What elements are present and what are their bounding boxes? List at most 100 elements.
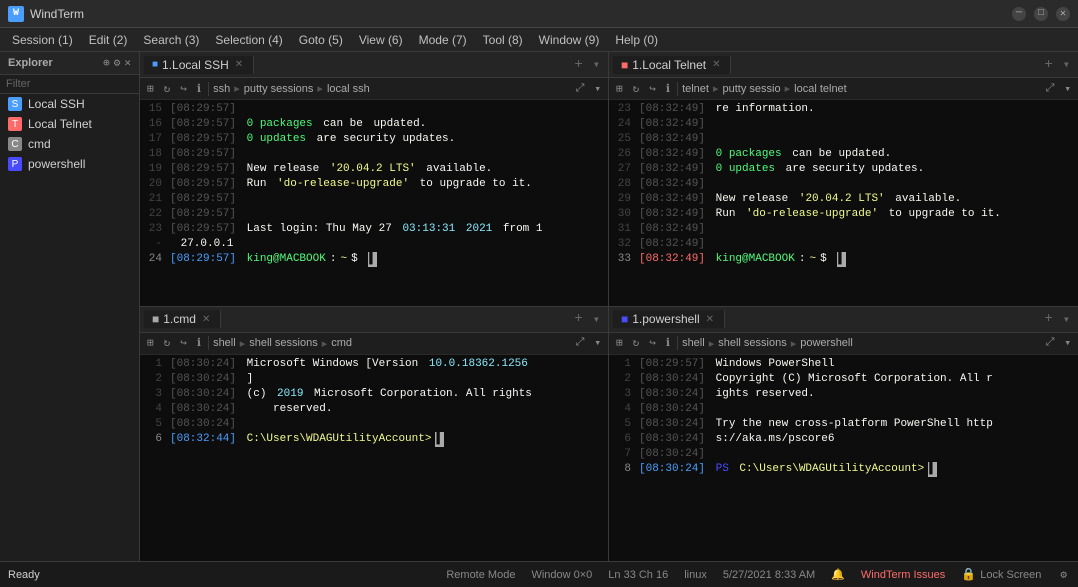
- terminal-cmd[interactable]: 1 [08:30:24] Microsoft Windows [Version …: [140, 355, 608, 562]
- toolbar-cmd-down[interactable]: ▾: [591, 335, 604, 351]
- toolbar-ssh-info[interactable]: ℹ: [194, 81, 204, 97]
- tab-add-cmd[interactable]: +: [568, 311, 588, 327]
- tab-ps-close[interactable]: ✕: [706, 314, 714, 325]
- tab-menu-ps[interactable]: ▾: [1059, 312, 1074, 327]
- close-button[interactable]: ✕: [1056, 7, 1070, 21]
- toolbar-cmd-info[interactable]: ℹ: [194, 335, 204, 351]
- tab-add-telnet[interactable]: +: [1038, 57, 1058, 73]
- toolbar-ps-btn3[interactable]: ↪: [646, 335, 659, 351]
- menu-search[interactable]: Search (3): [135, 31, 207, 49]
- term-line-t-31: 31 [08:32:49]: [609, 222, 1078, 237]
- toolbar-ps: ⊞ ↻ ↪ ℹ shell ▸ shell sessions ▸ powersh…: [609, 333, 1078, 355]
- toolbar-cmd-btn1[interactable]: ⊞: [144, 335, 157, 351]
- term-line-cmd-4: 4 [08:30:24] reserved.: [140, 402, 608, 417]
- title-bar: W WindTerm ─ □ ✕: [0, 0, 1078, 28]
- tab-menu-ssh[interactable]: ▾: [589, 57, 604, 72]
- sidebar-item-local-telnet[interactable]: T Local Telnet: [0, 114, 139, 134]
- status-settings-icon[interactable]: ⚙: [1057, 567, 1070, 583]
- term-line-t-23: 23 [08:32:49] re information.: [609, 102, 1078, 117]
- toolbar-cmd-btn2[interactable]: ↻: [161, 335, 174, 351]
- term-line-ssh-17: 17 [08:29:57] 0 updates are security upd…: [140, 132, 608, 147]
- tab-cmd-label: 1.cmd: [163, 312, 196, 326]
- breadcrumb-part1-cmd: shell: [213, 337, 236, 349]
- tab-telnet-close[interactable]: ✕: [712, 59, 720, 70]
- toolbar-ps-expand[interactable]: ⤢: [1043, 336, 1058, 350]
- toolbar-telnet-info[interactable]: ℹ: [663, 81, 673, 97]
- term-line-t-25: 25 [08:32:49]: [609, 132, 1078, 147]
- terminal-ssh[interactable]: 15 [08:29:57] 16 [08:29:57] 0 packages c…: [140, 100, 608, 306]
- sidebar-item-powershell[interactable]: P powershell: [0, 154, 139, 174]
- terminal-telnet[interactable]: 23 [08:32:49] re information. 24 [08:32:…: [609, 100, 1078, 306]
- sidebar-item-label-ps: powershell: [28, 157, 85, 171]
- tab-add-ssh[interactable]: +: [568, 57, 588, 73]
- toolbar-telnet-btn2[interactable]: ↻: [630, 81, 643, 97]
- minimize-button[interactable]: ─: [1012, 7, 1026, 21]
- toolbar-ssh-down[interactable]: ▾: [591, 81, 604, 97]
- breadcrumb-part2-telnet: putty sessio: [723, 83, 781, 95]
- toolbar-telnet-btn1[interactable]: ⊞: [613, 81, 626, 97]
- toolbar-ssh-btn1[interactable]: ⊞: [144, 81, 157, 97]
- menu-selection[interactable]: Selection (4): [207, 31, 290, 49]
- sidebar-new-icon[interactable]: ⊕: [103, 56, 110, 70]
- tab-cmd[interactable]: ■ 1.cmd ✕: [144, 310, 221, 328]
- menu-tool[interactable]: Tool (8): [475, 31, 531, 49]
- breadcrumb-arrow1-ps: ▸: [709, 337, 715, 350]
- breadcrumb-part3-cmd: cmd: [331, 337, 352, 349]
- telnet-icon: T: [8, 117, 22, 131]
- status-position: Ln 33 Ch 16: [608, 569, 668, 581]
- status-issues[interactable]: WindTerm Issues: [861, 569, 945, 581]
- toolbar-ps-btn1[interactable]: ⊞: [613, 335, 626, 351]
- sidebar-item-cmd[interactable]: C cmd: [0, 134, 139, 154]
- toolbar-end-ps: ⤢ ▾: [1043, 335, 1074, 351]
- sidebar-header: Explorer ⊕ ⚙ ✕: [0, 52, 139, 75]
- toolbar-telnet-down[interactable]: ▾: [1061, 81, 1074, 97]
- cmd-icon: C: [8, 137, 22, 151]
- toolbar-ps-info[interactable]: ℹ: [663, 335, 673, 351]
- tab-telnet[interactable]: ■ 1.Local Telnet ✕: [613, 56, 731, 74]
- menu-view[interactable]: View (6): [351, 31, 411, 49]
- menu-help[interactable]: Help (0): [607, 31, 666, 49]
- tab-add-ps[interactable]: +: [1038, 311, 1058, 327]
- status-bar: Ready Remote Mode Window 0×0 Ln 33 Ch 16…: [0, 561, 1078, 587]
- tab-ssh[interactable]: ■ 1.Local SSH ✕: [144, 56, 254, 74]
- menu-session[interactable]: Session (1): [4, 31, 81, 49]
- toolbar-ssh-btn3[interactable]: ↪: [177, 81, 190, 97]
- menu-goto[interactable]: Goto (5): [291, 31, 351, 49]
- tab-ssh-close[interactable]: ✕: [235, 59, 243, 70]
- toolbar-cmd-btn3[interactable]: ↪: [177, 335, 190, 351]
- toolbar-ssh-btn2[interactable]: ↻: [161, 81, 174, 97]
- sidebar-item-label-cmd: cmd: [28, 137, 51, 151]
- menu-window[interactable]: Window (9): [531, 31, 608, 49]
- sidebar-close-icon[interactable]: ✕: [124, 56, 131, 70]
- menu-bar: Session (1) Edit (2) Search (3) Selectio…: [0, 28, 1078, 52]
- toolbar-cmd-expand[interactable]: ⤢: [573, 336, 588, 350]
- toolbar-telnet-btn3[interactable]: ↪: [646, 81, 659, 97]
- term-line-ps-2: 2 [08:30:24] Copyright (C) Microsoft Cor…: [609, 372, 1078, 387]
- sidebar-item-local-ssh[interactable]: S Local SSH: [0, 94, 139, 114]
- breadcrumb-part3-ps: powershell: [800, 337, 853, 349]
- menu-mode[interactable]: Mode (7): [411, 31, 475, 49]
- breadcrumb-cmd: shell ▸ shell sessions ▸ cmd: [213, 337, 569, 350]
- toolbar-ps-btn2[interactable]: ↻: [630, 335, 643, 351]
- breadcrumb-ps: shell ▸ shell sessions ▸ powershell: [682, 337, 1039, 350]
- tab-ps-icon: ■: [621, 312, 628, 326]
- term-line-t-33: 33 [08:32:49] king@MACBOOK:~$ ▌: [609, 252, 1078, 267]
- pane-ssh: ■ 1.Local SSH ✕ + ▾ ⊞ ↻ ↪ ℹ ssh: [140, 52, 609, 307]
- tab-menu-cmd[interactable]: ▾: [589, 312, 604, 327]
- toolbar-end-cmd: ⤢ ▾: [573, 335, 604, 351]
- tab-cmd-close[interactable]: ✕: [202, 314, 210, 325]
- maximize-button[interactable]: □: [1034, 7, 1048, 21]
- tab-telnet-label: 1.Local Telnet: [632, 58, 706, 72]
- content-area: ■ 1.Local SSH ✕ + ▾ ⊞ ↻ ↪ ℹ ssh: [140, 52, 1078, 561]
- tab-ps[interactable]: ■ 1.powershell ✕: [613, 310, 725, 328]
- toolbar-telnet-expand[interactable]: ⤢: [1043, 82, 1058, 96]
- sidebar-settings-icon[interactable]: ⚙: [114, 56, 121, 70]
- toolbar-ssh-expand[interactable]: ⤢: [573, 82, 588, 96]
- lock-screen-button[interactable]: 🔒 Lock Screen: [961, 567, 1041, 582]
- terminal-ps[interactable]: 1 [08:29:57] Windows PowerShell 2 [08:30…: [609, 355, 1078, 562]
- breadcrumb-part1-ssh: ssh: [213, 83, 230, 95]
- menu-edit[interactable]: Edit (2): [81, 31, 136, 49]
- tab-menu-telnet[interactable]: ▾: [1059, 57, 1074, 72]
- toolbar-ps-down[interactable]: ▾: [1061, 335, 1074, 351]
- term-line-ssh-24: 24 [08:29:57] king@MACBOOK:~$ ▌: [140, 252, 608, 267]
